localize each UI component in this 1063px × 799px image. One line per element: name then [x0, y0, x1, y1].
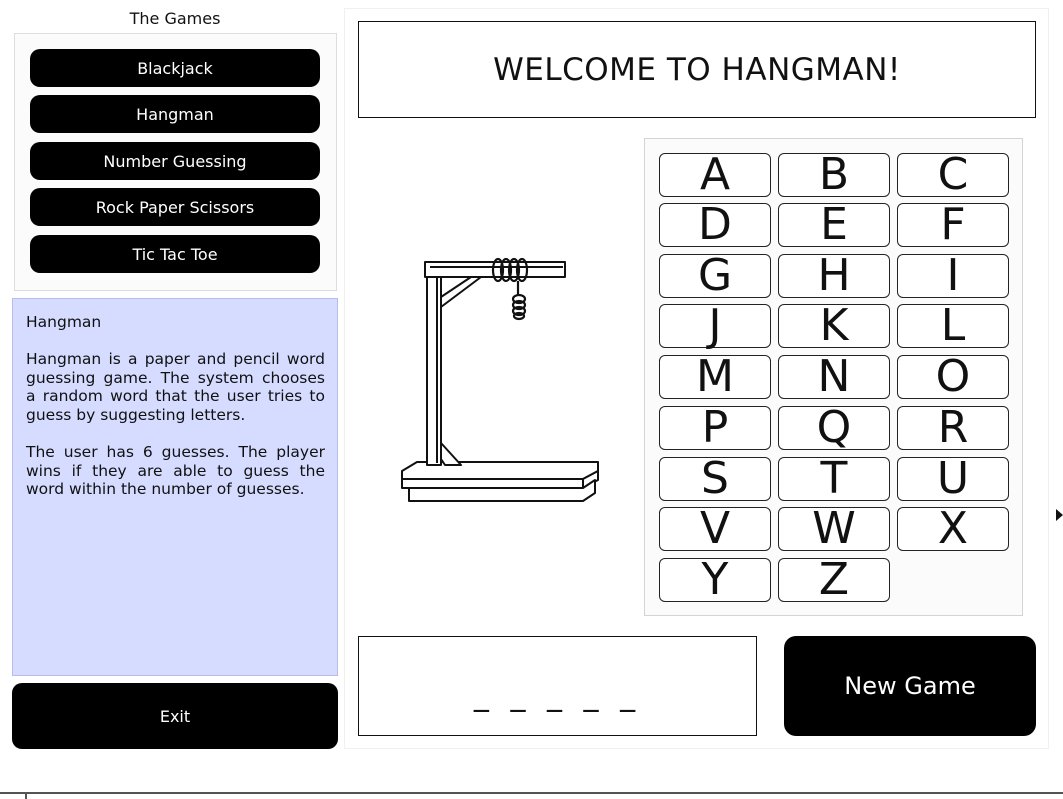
games-list-panel: Blackjack Hangman Number Guessing Rock P…: [14, 33, 337, 291]
word-display: _ _ _ _ _: [358, 636, 757, 736]
letter-button-c[interactable]: C: [897, 153, 1009, 197]
letter-button-p[interactable]: P: [659, 406, 771, 450]
letter-button-x[interactable]: X: [897, 507, 1009, 551]
game-button-number-guessing[interactable]: Number Guessing: [30, 142, 320, 180]
letter-button-d[interactable]: D: [659, 203, 771, 247]
letter-button-h[interactable]: H: [778, 254, 890, 298]
letter-button-e[interactable]: E: [778, 203, 890, 247]
description-paragraph-rules: Hangman is a paper and pencil word guess…: [26, 350, 325, 424]
letter-button-w[interactable]: W: [778, 507, 890, 551]
game-description-panel: Hangman Hangman is a paper and pencil wo…: [12, 298, 338, 676]
game-button-blackjack[interactable]: Blackjack: [30, 49, 320, 87]
game-button-hangman[interactable]: Hangman: [30, 95, 320, 133]
welcome-banner: WELCOME TO HANGMAN!: [358, 21, 1036, 118]
scroll-right-arrow-icon[interactable]: [1056, 506, 1063, 524]
letter-button-f[interactable]: F: [897, 203, 1009, 247]
exit-button[interactable]: Exit: [12, 683, 338, 749]
letter-button-k[interactable]: K: [778, 304, 890, 348]
letter-button-z[interactable]: Z: [778, 558, 890, 602]
letter-keyboard: A B C D E F G H I J K L M N O P Q R S T …: [644, 138, 1023, 616]
letter-button-a[interactable]: A: [659, 153, 771, 197]
letter-button-b[interactable]: B: [778, 153, 890, 197]
gallows-illustration: [401, 257, 599, 502]
window-bottom-border: [0, 792, 1063, 794]
letter-button-g[interactable]: G: [659, 254, 771, 298]
letter-button-y[interactable]: Y: [659, 558, 771, 602]
letter-button-i[interactable]: I: [897, 254, 1009, 298]
letter-button-t[interactable]: T: [778, 457, 890, 501]
letter-button-n[interactable]: N: [778, 355, 890, 399]
game-button-tic-tac-toe[interactable]: Tic Tac Toe: [30, 235, 320, 273]
new-game-button[interactable]: New Game: [784, 636, 1036, 736]
letter-button-l[interactable]: L: [897, 304, 1009, 348]
description-paragraph-win: The user has 6 guesses. The player wins …: [26, 443, 325, 499]
letter-button-m[interactable]: M: [659, 355, 771, 399]
game-button-rock-paper-scissors[interactable]: Rock Paper Scissors: [30, 188, 320, 226]
letter-button-o[interactable]: O: [897, 355, 1009, 399]
letter-button-u[interactable]: U: [897, 457, 1009, 501]
window-bottom-tick: [25, 792, 27, 799]
letter-button-q[interactable]: Q: [778, 406, 890, 450]
letter-button-j[interactable]: J: [659, 304, 771, 348]
description-title: Hangman: [26, 313, 102, 331]
letter-button-v[interactable]: V: [659, 507, 771, 551]
games-list-title: The Games: [129, 9, 221, 28]
letter-button-r[interactable]: R: [897, 406, 1009, 450]
letter-button-s[interactable]: S: [659, 457, 771, 501]
